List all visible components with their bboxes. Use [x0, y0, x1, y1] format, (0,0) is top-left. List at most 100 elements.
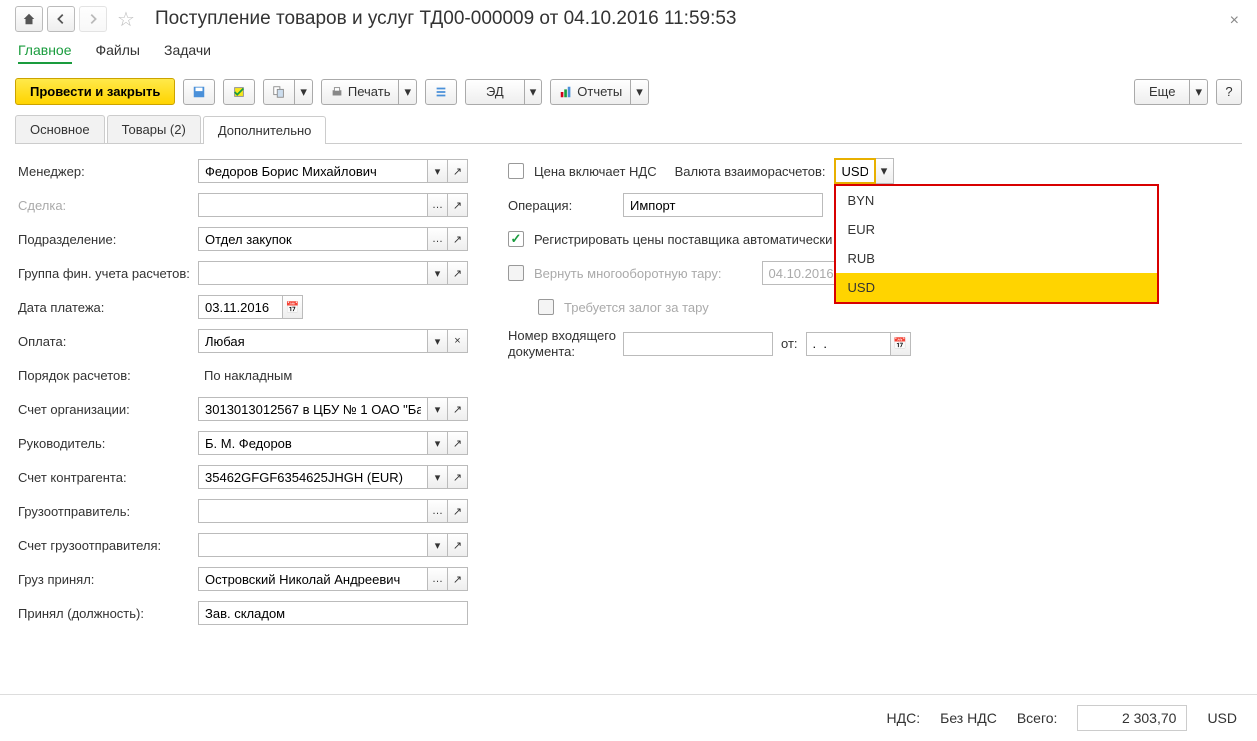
currency-dropdown-button[interactable]: ▾ — [876, 158, 894, 184]
back-button[interactable] — [47, 6, 75, 32]
fingroup-dd[interactable]: ▾ — [428, 261, 448, 285]
incoming-label: Номер входящего документа: — [508, 328, 623, 359]
tab-additional[interactable]: Дополнительно — [203, 116, 327, 144]
fingroup-label: Группа фин. учета расчетов: — [18, 266, 198, 281]
received-open[interactable]: ↗ — [448, 567, 468, 591]
payment-clear[interactable]: × — [448, 329, 468, 353]
head-dd[interactable]: ▾ — [428, 431, 448, 455]
from-date-input[interactable] — [806, 332, 891, 356]
fingroup-open[interactable]: ↗ — [448, 261, 468, 285]
register-prices-checkbox[interactable] — [508, 231, 524, 247]
post-and-close-button[interactable]: Провести и закрыть — [15, 78, 175, 105]
deal-input[interactable] — [198, 193, 428, 217]
shipperacc-dd[interactable]: ▾ — [428, 533, 448, 557]
total-currency: USD — [1207, 710, 1237, 726]
nav-toolbar: ☆ Поступление товаров и услуг ТД00-00000… — [0, 0, 1257, 38]
deposit-label: Требуется залог за тару — [564, 300, 709, 315]
calcorder-value: По накладным — [198, 368, 292, 383]
operation-label: Операция: — [508, 198, 623, 213]
reports-button[interactable]: Отчеты▾ — [550, 79, 648, 105]
receivedpos-input[interactable] — [198, 601, 468, 625]
close-button[interactable]: × — [1230, 12, 1239, 30]
from-date-cal[interactable]: 📅 — [891, 332, 911, 356]
post-button[interactable] — [223, 79, 255, 105]
manager-dd[interactable]: ▾ — [428, 159, 448, 183]
create-based-on-button[interactable]: ▾ — [263, 79, 313, 105]
shipperacc-open[interactable]: ↗ — [448, 533, 468, 557]
received-label: Груз принял: — [18, 572, 198, 587]
contracc-dd[interactable]: ▾ — [428, 465, 448, 489]
price-includes-vat-label: Цена включает НДС — [534, 164, 657, 179]
dept-dots[interactable]: … — [428, 227, 448, 251]
head-input[interactable] — [198, 431, 428, 455]
action-bar: Провести и закрыть ▾ Печать▾ ЭД▾ Отчеты▾… — [0, 72, 1257, 115]
right-column: Цена включает НДС Валюта взаиморасчетов:… — [508, 158, 911, 634]
shipper-open[interactable]: ↗ — [448, 499, 468, 523]
orgacc-open[interactable]: ↗ — [448, 397, 468, 421]
deposit-checkbox — [538, 299, 554, 315]
deal-open[interactable]: ↗ — [448, 193, 468, 217]
currency-option-usd[interactable]: USD — [836, 273, 1157, 302]
dept-open[interactable]: ↗ — [448, 227, 468, 251]
head-open[interactable]: ↗ — [448, 431, 468, 455]
receivedpos-label: Принял (должность): — [18, 606, 198, 621]
dept-label: Подразделение: — [18, 232, 198, 247]
menu-tasks[interactable]: Задачи — [164, 42, 211, 64]
head-label: Руководитель: — [18, 436, 198, 451]
save-button[interactable] — [183, 79, 215, 105]
paydate-cal[interactable]: 📅 — [283, 295, 303, 319]
contracc-open[interactable]: ↗ — [448, 465, 468, 489]
tab-main[interactable]: Основное — [15, 115, 105, 143]
payment-dd[interactable]: ▾ — [428, 329, 448, 353]
orgacc-input[interactable] — [198, 397, 428, 421]
paydate-input[interactable] — [198, 295, 283, 319]
footer: НДС: Без НДС Всего: 2 303,70 USD — [0, 694, 1257, 741]
list-button[interactable] — [425, 79, 457, 105]
calcorder-label: Порядок расчетов: — [18, 368, 198, 383]
fingroup-input[interactable] — [198, 261, 428, 285]
orgacc-label: Счет организации: — [18, 402, 198, 417]
currency-option-byn[interactable]: BYN — [836, 186, 1157, 215]
paydate-label: Дата платежа: — [18, 300, 198, 315]
contracc-label: Счет контрагента: — [18, 470, 198, 485]
menu-main[interactable]: Главное — [18, 42, 72, 64]
payment-input[interactable] — [198, 329, 428, 353]
orgacc-dd[interactable]: ▾ — [428, 397, 448, 421]
shipper-input[interactable] — [198, 499, 428, 523]
currency-option-eur[interactable]: EUR — [836, 215, 1157, 244]
tabs: Основное Товары (2) Дополнительно — [15, 115, 1242, 144]
shipper-label: Грузоотправитель: — [18, 504, 198, 519]
form-body: Менеджер:▾↗ Сделка:…↗ Подразделение:…↗ Г… — [0, 144, 1257, 648]
menu-files[interactable]: Файлы — [96, 42, 140, 64]
ed-button[interactable]: ЭД▾ — [465, 79, 542, 105]
help-button[interactable]: ? — [1216, 79, 1242, 105]
print-button[interactable]: Печать▾ — [321, 79, 417, 105]
shipper-dots[interactable]: … — [428, 499, 448, 523]
shipperacc-input[interactable] — [198, 533, 428, 557]
manager-input[interactable] — [198, 159, 428, 183]
manager-open[interactable]: ↗ — [448, 159, 468, 183]
total-label: Всего: — [1017, 710, 1058, 726]
received-input[interactable] — [198, 567, 428, 591]
menubar: Главное Файлы Задачи — [0, 38, 1257, 72]
star-icon[interactable]: ☆ — [117, 7, 135, 32]
currency-input[interactable] — [834, 158, 876, 184]
shipperacc-label: Счет грузоотправителя: — [18, 538, 198, 553]
contracc-input[interactable] — [198, 465, 428, 489]
operation-input[interactable] — [623, 193, 823, 217]
dept-input[interactable] — [198, 227, 428, 251]
vat-label: НДС: — [887, 710, 921, 726]
window-title: Поступление товаров и услуг ТД00-000009 … — [155, 8, 737, 30]
manager-label: Менеджер: — [18, 164, 198, 179]
price-includes-vat-checkbox[interactable] — [508, 163, 524, 179]
home-button[interactable] — [15, 6, 43, 32]
received-dots[interactable]: … — [428, 567, 448, 591]
deal-dots[interactable]: … — [428, 193, 448, 217]
forward-button[interactable] — [79, 6, 107, 32]
from-label: от: — [781, 336, 798, 351]
tab-goods[interactable]: Товары (2) — [107, 115, 201, 143]
more-button[interactable]: Еще▾ — [1134, 79, 1208, 105]
currency-dropdown-list: BYN EUR RUB USD — [834, 184, 1159, 304]
currency-option-rub[interactable]: RUB — [836, 244, 1157, 273]
incoming-input[interactable] — [623, 332, 773, 356]
